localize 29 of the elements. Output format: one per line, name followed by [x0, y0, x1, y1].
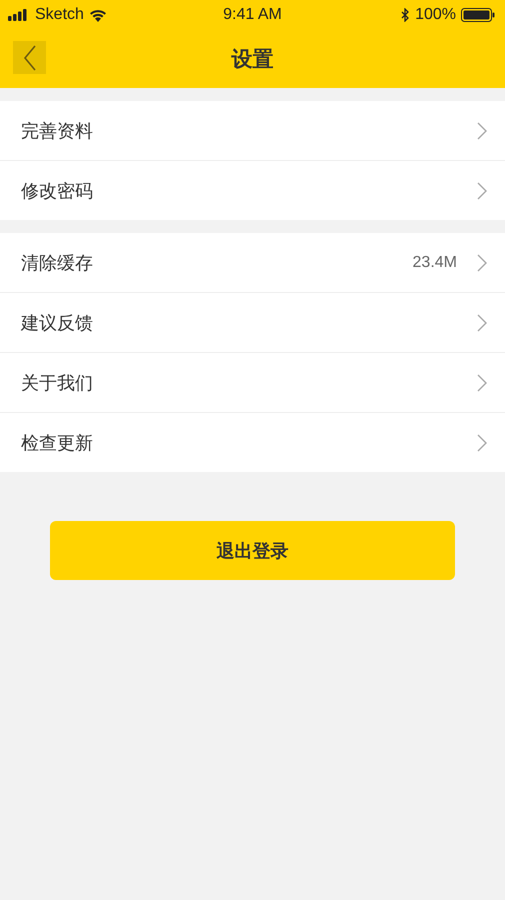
settings-row[interactable]: 关于我们: [0, 352, 505, 412]
row-label: 修改密码: [21, 180, 94, 202]
chevron-icon: [477, 434, 487, 452]
settings-row[interactable]: 清除缓存 23.4M: [0, 233, 505, 292]
page-title: 设置: [232, 46, 274, 73]
logout-button[interactable]: 退出登录: [50, 521, 455, 580]
back-button[interactable]: [13, 41, 46, 74]
wifi-icon: [88, 8, 107, 22]
back-icon: [22, 44, 38, 72]
row-value: 23.4M: [412, 254, 457, 272]
chevron-icon: [477, 374, 487, 392]
row-label: 清除缓存: [21, 252, 94, 274]
settings-row[interactable]: 建议反馈: [0, 292, 505, 352]
chevron-icon: [477, 122, 487, 140]
row-label: 建议反馈: [21, 312, 94, 334]
carrier-name: Sketch: [35, 6, 84, 24]
row-label: 完善资料: [21, 120, 94, 142]
settings-row[interactable]: 检查更新: [0, 412, 505, 472]
row-label: 检查更新: [21, 432, 94, 454]
chevron-icon: [477, 182, 487, 200]
battery-percent: 100%: [415, 6, 456, 24]
settings-row[interactable]: 修改密码: [0, 160, 505, 220]
chevron-icon: [477, 254, 487, 272]
battery-icon: [461, 8, 495, 22]
bluetooth-icon: [401, 8, 410, 22]
status-time: 9:41 AM: [223, 6, 282, 24]
settings-row[interactable]: 完善资料: [0, 101, 505, 160]
chevron-icon: [477, 314, 487, 332]
row-label: 关于我们: [21, 372, 94, 394]
